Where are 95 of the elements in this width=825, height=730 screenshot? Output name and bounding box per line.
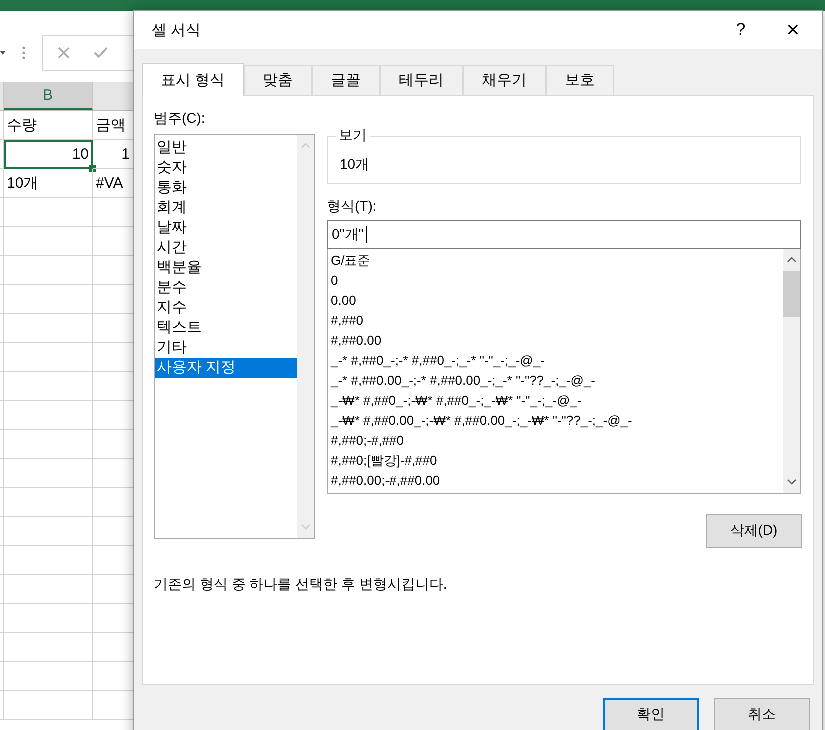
table-cell[interactable] [4,401,93,430]
table-cell[interactable] [4,517,93,546]
format-item[interactable]: _-* #,##0_-;-* #,##0_-;_-* "-"_-;_-@_- [328,351,783,371]
category-item[interactable]: 날짜 [155,218,297,238]
table-cell[interactable] [0,691,4,720]
format-item[interactable]: #,##0;-#,##0 [328,431,783,451]
table-cell[interactable]: 수량 [4,111,93,140]
table-cell[interactable] [0,111,4,140]
table-cell[interactable] [0,169,4,198]
format-item[interactable]: 0 [328,271,783,291]
table-cell[interactable] [0,459,4,488]
category-item[interactable]: 시간 [155,238,297,258]
format-item[interactable]: _-₩* #,##0.00_-;-₩* #,##0.00_-;_-₩* "-"??_-;_-@_- [328,411,783,431]
sample-label: 보기 [336,127,370,145]
column-header[interactable]: B [4,82,93,110]
cancel-icon[interactable] [57,46,71,60]
tab[interactable]: 글꼴 [312,65,380,95]
table-cell[interactable] [4,430,93,459]
table-cell[interactable] [0,285,4,314]
tab[interactable]: 채우기 [463,65,546,95]
tab[interactable]: 보호 [546,65,614,95]
table-cell[interactable] [0,198,4,227]
scroll-down-icon[interactable] [786,479,796,485]
table-cell[interactable] [4,691,93,720]
tab[interactable]: 테두리 [380,65,464,95]
table-cell[interactable] [0,372,4,401]
category-item[interactable]: 숫자 [155,158,297,178]
scroll-up-icon[interactable] [786,257,796,263]
category-item[interactable]: 지수 [155,298,297,318]
category-item[interactable]: 텍스트 [155,318,297,338]
table-cell[interactable] [4,256,93,285]
table-cell[interactable] [0,575,4,604]
delete-button[interactable]: 삭제(D) [706,514,802,548]
table-cell[interactable] [4,488,93,517]
table-cell[interactable] [0,633,4,662]
category-item[interactable]: 기타 [155,338,297,358]
table-cell[interactable] [4,662,93,691]
table-cell[interactable] [0,546,4,575]
scroll-thumb[interactable] [783,271,800,317]
grip-icon [22,46,26,60]
table-cell[interactable] [0,140,4,169]
check-icon[interactable] [93,46,109,60]
format-item[interactable]: _-* #,##0.00_-;-* #,##0.00_-;_-* "-"??_-;_-@_- [328,371,783,391]
help-button[interactable]: ? [718,19,764,41]
table-cell[interactable] [0,314,4,343]
description-text: 기존의 형식 중 하나를 선택한 후 변형시킵니다. [154,576,448,594]
format-item[interactable]: _-₩* #,##0_-;-₩* #,##0_-;_-₩* "-"_-;_-@_- [328,391,783,411]
format-input[interactable]: 0"개" [327,220,801,249]
dropdown-icon[interactable] [0,50,6,56]
tab[interactable]: 표시 형식 [142,63,244,96]
format-item[interactable]: 0.00 [328,291,783,311]
table-cell[interactable] [4,285,93,314]
category-item[interactable]: 분수 [155,278,297,298]
table-cell[interactable] [0,256,4,285]
format-label: 형식(T): [327,198,378,216]
category-item[interactable]: 백분율 [155,258,297,278]
table-cell[interactable] [4,227,93,256]
format-item[interactable]: G/표준 [328,251,783,271]
table-cell[interactable] [0,343,4,372]
scrollbar[interactable] [783,249,800,493]
format-item[interactable]: #,##0.00;-#,##0.00 [328,471,783,491]
table-cell[interactable] [4,546,93,575]
category-item[interactable]: 사용자 지정 [155,358,297,378]
category-label: 범주(C): [154,110,206,128]
table-cell[interactable] [0,488,4,517]
table-cell[interactable]: 10개 [4,169,93,198]
table-cell[interactable] [4,372,93,401]
window-title: 셀 서식 [152,20,202,40]
close-button[interactable]: ✕ [770,18,816,42]
table-cell[interactable] [0,401,4,430]
table-cell[interactable] [4,604,93,633]
table-cell[interactable] [4,343,93,372]
table-cell[interactable] [0,662,4,691]
format-item[interactable]: #,##0.00 [328,331,783,351]
table-cell[interactable] [0,517,4,546]
table-cell[interactable] [4,198,93,227]
table-cell[interactable] [4,459,93,488]
table-cell[interactable] [0,227,4,256]
table-cell[interactable]: 10 [4,140,93,169]
ok-button[interactable]: 확인 [603,698,699,730]
table-cell[interactable] [4,575,93,604]
table-cell[interactable] [0,430,4,459]
format-item[interactable]: #,##0;[빨강]-#,##0 [328,451,783,471]
tab[interactable]: 맞춤 [244,65,312,95]
cancel-button[interactable]: 취소 [714,698,810,730]
format-list[interactable] [327,249,801,494]
category-item[interactable]: 일반 [155,138,297,158]
category-item[interactable]: 통화 [155,178,297,198]
table-cell[interactable] [4,633,93,662]
format-item[interactable]: #,##0 [328,311,783,331]
category-item[interactable]: 회계 [155,198,297,218]
table-cell[interactable] [0,604,4,633]
sample-value: 10개 [340,156,370,174]
table-cell[interactable] [4,314,93,343]
category-list[interactable]: 일반 숫자 통화 회계 날짜 시간 백분율 분수 지수 텍스트 기타 사용자 지정 [154,134,315,539]
